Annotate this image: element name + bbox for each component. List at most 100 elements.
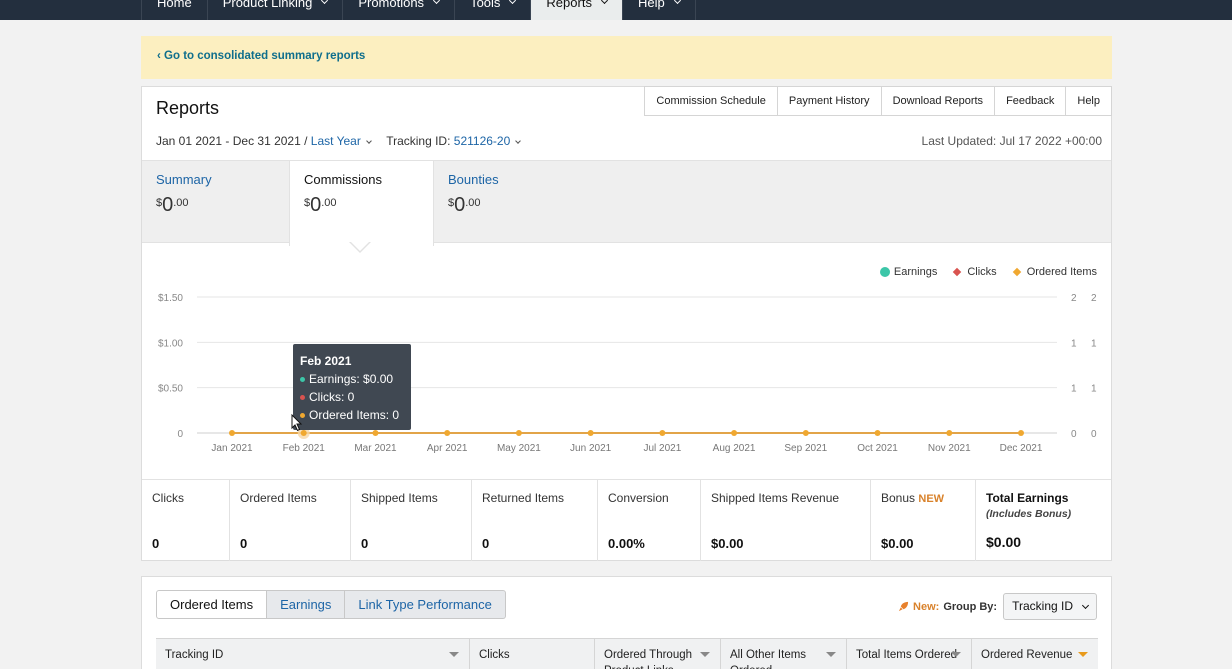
legend-ordered-items-label: Ordered Items <box>1026 266 1097 278</box>
tab-summary-amount: $0.00 <box>156 194 189 216</box>
tooltip-earnings-text: Earnings: $0.00 <box>309 372 394 386</box>
legend-earnings[interactable]: Earnings <box>879 266 937 278</box>
data-point <box>229 430 235 436</box>
data-point <box>659 430 666 436</box>
details-tabs: Ordered Items Earnings Link Type Perform… <box>156 590 506 619</box>
period-dropdown[interactable]: Last Year <box>311 134 361 148</box>
legend-ordered-items[interactable]: Ordered Items <box>1011 266 1097 278</box>
tab-ordered-items[interactable]: Ordered Items <box>156 590 268 619</box>
stat-bonus-value: $0.00 <box>881 536 914 551</box>
nav-reports-label: Reports <box>546 0 592 10</box>
mouse-cursor-icon <box>291 414 303 432</box>
tab-commissions[interactable]: Commissions $0.00 <box>289 161 434 246</box>
y-tick-label-left: 0 <box>177 429 183 440</box>
download-reports-link[interactable]: Download Reports <box>880 86 995 116</box>
chart-tooltip: Feb 2021 Earnings: $0.00 Clicks: 0 Order… <box>293 344 411 430</box>
tracking-id-dropdown[interactable]: 521126-20 <box>454 134 511 148</box>
col-ordered-revenue[interactable]: Ordered Revenue <box>972 639 1098 669</box>
stat-clicks: Clicks 0 <box>142 480 230 561</box>
x-tick-label: May 2021 <box>497 443 541 454</box>
nav-home[interactable]: Home <box>141 0 207 20</box>
tooltip-clicks: Clicks: 0 <box>300 388 404 406</box>
chart-legend: Earnings Clicks Ordered Items <box>879 266 1097 278</box>
stat-conversion: Conversion 0.00% <box>598 480 701 561</box>
tracking-id-label: Tracking ID: <box>386 134 451 148</box>
tab-commissions-label: Commissions <box>304 172 383 187</box>
report-links: Commission Schedule Payment History Down… <box>644 86 1112 116</box>
sort-icon <box>826 652 836 657</box>
commission-schedule-link[interactable]: Commission Schedule <box>644 86 777 116</box>
col-clicks[interactable]: Clicks <box>470 639 595 669</box>
nav-tools-label: Tools <box>470 0 501 10</box>
table-header: Tracking ID Clicks Ordered Through Produ… <box>156 638 1098 669</box>
stat-ordered-items: Ordered Items 0 <box>230 480 351 561</box>
stat-ordered-items-label: Ordered Items <box>240 491 317 505</box>
chevron-down-icon[interactable] <box>366 138 372 144</box>
tab-earnings[interactable]: Earnings <box>267 590 346 619</box>
stat-conversion-label: Conversion <box>608 491 669 505</box>
stat-shipped-items-value: 0 <box>361 536 369 551</box>
nav-promotions[interactable]: Promotions <box>342 0 454 20</box>
y-tick-label-right: 2 <box>1091 293 1097 304</box>
tab-summary[interactable]: Summary $0.00 <box>142 161 289 244</box>
tooltip-clicks-text: Clicks: 0 <box>309 390 355 404</box>
stat-total-earnings-label: Total Earnings <box>986 491 1069 505</box>
x-tick-label: Nov 2021 <box>928 443 971 454</box>
y-tick-label-right: 1 <box>1091 384 1097 395</box>
sort-icon <box>951 652 961 657</box>
nav-product-linking[interactable]: Product Linking <box>206 0 343 20</box>
nav-home-label: Home <box>157 0 192 10</box>
last-updated: Last Updated: Jul 17 2022 +00:00 <box>921 134 1102 148</box>
col-total-items-ordered[interactable]: Total Items Ordered <box>847 639 972 669</box>
stat-total-earnings-value: $0.00 <box>986 534 1022 550</box>
stat-shipped-revenue-label: Shipped Items Revenue <box>711 491 840 505</box>
y-tick-label-right: 2 <box>1071 293 1077 304</box>
stats-row: Clicks 0 Ordered Items 0 Shipped Items 0 Re… <box>142 479 1111 561</box>
y-tick-label-right: 0 <box>1071 429 1077 440</box>
rocket-icon <box>898 601 909 612</box>
y-tick-label-left: $1.00 <box>158 338 183 349</box>
tab-bounties-amount: $0.00 <box>448 194 481 216</box>
stat-shipped-revenue-value: $0.00 <box>711 536 744 551</box>
help-link[interactable]: Help <box>1065 86 1112 116</box>
data-point <box>515 430 522 436</box>
nav-help[interactable]: Help <box>621 0 696 20</box>
chevron-down-icon <box>673 0 681 5</box>
y-tick-label-right: 1 <box>1071 338 1077 349</box>
tab-bounties[interactable]: Bounties $0.00 <box>434 161 581 244</box>
data-point <box>372 430 379 436</box>
y-tick-label-right: 1 <box>1091 338 1097 349</box>
group-by-value: Tracking ID <box>1012 599 1073 613</box>
payment-history-link[interactable]: Payment History <box>776 86 881 116</box>
feedback-link[interactable]: Feedback <box>994 86 1066 116</box>
stat-bonus: Bonus NEW $0.00 <box>871 480 976 561</box>
sort-icon <box>449 652 459 657</box>
top-nav-items: Home Product Linking Promotions Tools Re… <box>141 0 696 20</box>
tooltip-ordered-items: Ordered Items: 0 <box>300 406 404 424</box>
stat-ordered-items-value: 0 <box>240 536 248 551</box>
col-tracking-id[interactable]: Tracking ID <box>156 639 470 669</box>
chart-plot: 0 0 0 $0.50 1 1 $1.00 1 1 $1.50 2 2 Jan 2021 Feb 2021… <box>158 293 1097 454</box>
y-tick-label-left: $0.50 <box>158 384 183 395</box>
y-tick-label-right: 1 <box>1071 384 1077 395</box>
stat-conversion-value: 0.00% <box>608 536 645 551</box>
x-tick-label: Mar 2021 <box>354 443 397 454</box>
consolidated-summary-link[interactable]: ‹ Go to consolidated summary reports <box>157 50 365 62</box>
nav-tools[interactable]: Tools <box>454 0 530 20</box>
group-by-select[interactable]: Tracking ID <box>1003 593 1097 620</box>
chevron-down-icon[interactable] <box>515 138 522 144</box>
col-all-other-items-ordered[interactable]: All Other Items Ordered <box>721 639 847 669</box>
clicks-dot-icon <box>300 395 305 401</box>
stat-shipped-items-label: Shipped Items <box>361 491 438 505</box>
data-point <box>874 430 881 436</box>
tooltip-title: Feb 2021 <box>300 354 352 368</box>
legend-clicks[interactable]: Clicks <box>951 266 997 278</box>
nav-reports[interactable]: Reports <box>530 0 622 20</box>
col-ordered-through-product-links[interactable]: Ordered Through Product Links <box>595 639 721 669</box>
tab-summary-label: Summary <box>156 172 212 187</box>
group-by: New: Group By: Tracking ID <box>898 593 1097 620</box>
stat-clicks-label: Clicks <box>152 491 184 505</box>
sort-icon <box>1078 652 1088 657</box>
stat-returned-items-value: 0 <box>482 536 490 551</box>
tab-link-type-performance[interactable]: Link Type Performance <box>345 590 506 619</box>
